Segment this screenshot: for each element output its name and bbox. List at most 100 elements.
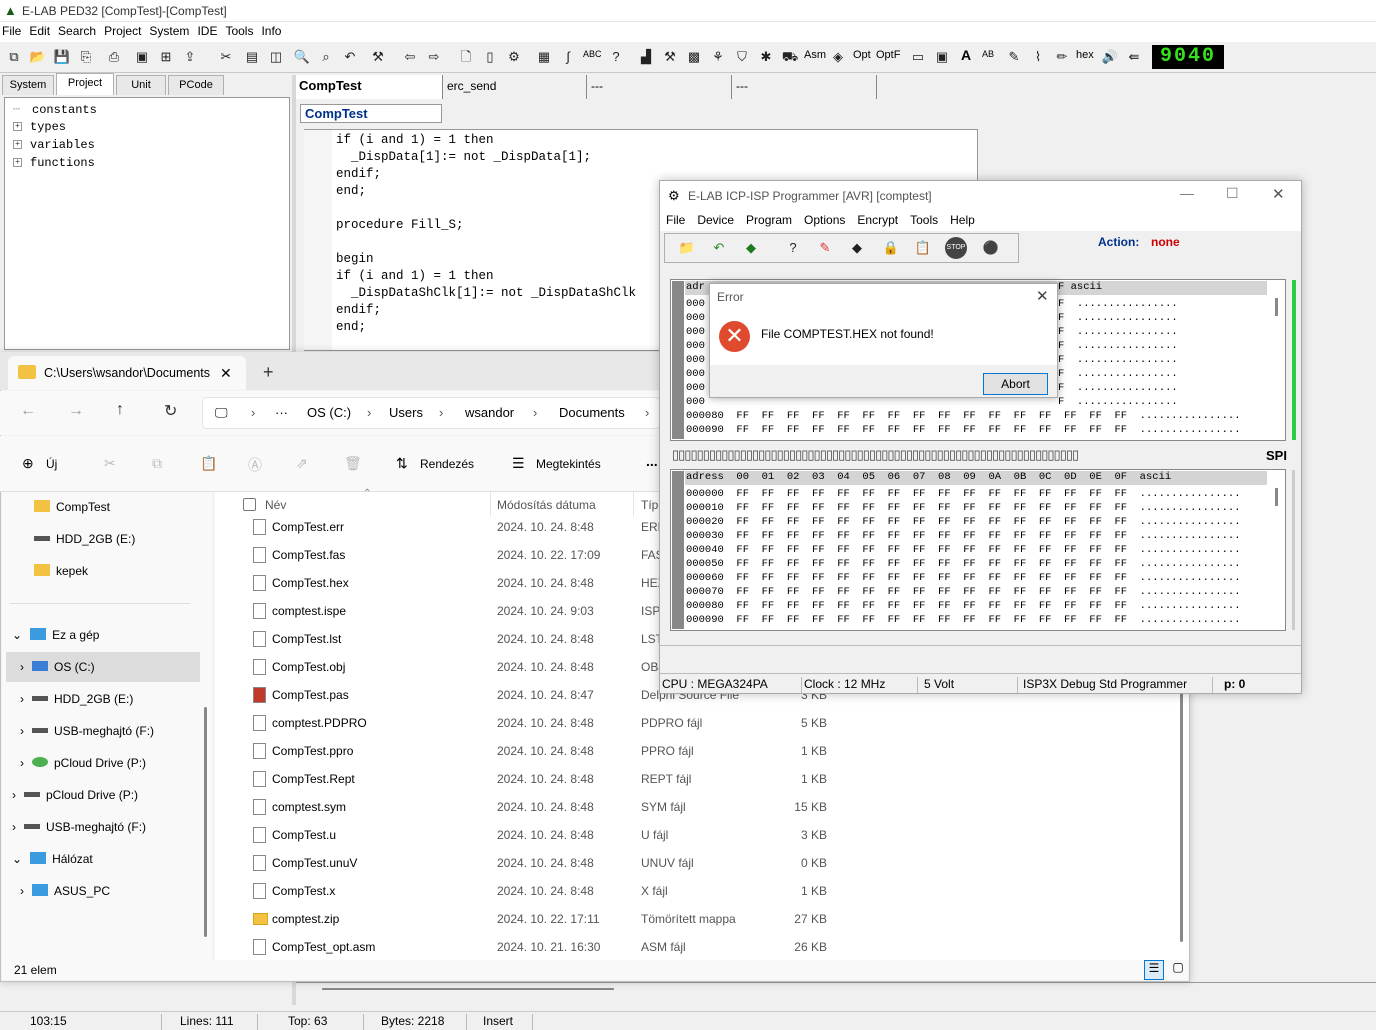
sort-icon[interactable]: ⇅ bbox=[396, 455, 408, 472]
copy-files-icon[interactable]: ⎘ bbox=[76, 47, 96, 67]
formula-icon[interactable]: ∫ bbox=[558, 47, 578, 67]
menu-system[interactable]: System bbox=[147, 22, 195, 38]
menu-tools[interactable]: Tools bbox=[223, 22, 259, 38]
undo-icon[interactable]: ↶ bbox=[340, 47, 360, 67]
undo-icon[interactable]: ↶ bbox=[709, 238, 729, 258]
cut-icon[interactable]: ✂ bbox=[216, 47, 236, 67]
maximize-icon[interactable]: ☐ bbox=[1226, 185, 1239, 202]
tools-icon[interactable]: ⚙ bbox=[504, 47, 524, 67]
new-icon[interactable]: ⊕ bbox=[22, 455, 34, 472]
file-row[interactable]: comptest.sym 2024. 10. 24. 8:48 SYM fájl 15… bbox=[215, 793, 827, 821]
tree-node-constants[interactable]: ┄ constants bbox=[13, 102, 97, 117]
back-icon[interactable]: ← bbox=[20, 402, 36, 420]
share-icon[interactable]: ⇗ bbox=[296, 455, 308, 472]
ruler-icon[interactable]: ▭ bbox=[908, 47, 928, 67]
rename-icon[interactable]: Ⓐ bbox=[248, 455, 262, 475]
chart-icon[interactable]: ▟ bbox=[636, 47, 656, 67]
prog-menu-help[interactable]: Help bbox=[944, 211, 981, 227]
prog-menu-tools[interactable]: Tools bbox=[904, 211, 944, 227]
prog-menu-file[interactable]: File bbox=[660, 211, 691, 227]
expand-icon[interactable]: + bbox=[13, 140, 22, 150]
tree-node-functions[interactable]: + functions bbox=[13, 156, 95, 170]
breadcrumb-os-c[interactable]: OS (C:) bbox=[307, 405, 351, 420]
nav-item-kepek[interactable]: kepek bbox=[34, 564, 88, 578]
arrow-right-icon[interactable]: ⇨ bbox=[424, 47, 444, 67]
nav-item-pcloud-p-2[interactable]: › pCloud Drive (P:) bbox=[12, 788, 138, 802]
details-view-icon[interactable]: ☰ bbox=[1144, 960, 1164, 980]
tab-unit[interactable]: Unit bbox=[116, 75, 166, 95]
new-tab-icon[interactable]: + bbox=[263, 362, 274, 383]
editor-tab-empty-1[interactable]: --- bbox=[587, 75, 732, 99]
replace-icon[interactable]: ⌕ bbox=[316, 47, 336, 67]
editor-hscroll[interactable] bbox=[296, 982, 1376, 1004]
tree-icon[interactable]: ⚘ bbox=[708, 47, 728, 67]
split-icon[interactable]: ◫ bbox=[266, 47, 286, 67]
open-folder-icon[interactable]: 📂 bbox=[28, 47, 48, 67]
menu-info[interactable]: Info bbox=[259, 22, 287, 38]
breadcrumb[interactable]: 🖵 › ··· OS (C:) › Users › wsandor › Docu… bbox=[202, 397, 660, 429]
asm-text[interactable]: Asm bbox=[804, 49, 826, 61]
flash-hex-scrollbar[interactable] bbox=[1275, 298, 1278, 316]
hex-text[interactable]: hex bbox=[1076, 49, 1094, 61]
editor-subtab[interactable]: CompTest bbox=[300, 104, 442, 123]
editor-tab-erc-send[interactable]: erc_send bbox=[443, 75, 587, 99]
bug-icon[interactable]: ✱ bbox=[756, 47, 776, 67]
editor-tab-comptest[interactable]: CompTest bbox=[295, 75, 443, 99]
prog-menu-device[interactable]: Device bbox=[691, 211, 740, 227]
close-icon[interactable]: ✕ bbox=[1272, 185, 1285, 203]
nav-item-asus-pc[interactable]: › ASUS_PC bbox=[20, 884, 110, 898]
tab-system[interactable]: System bbox=[2, 75, 54, 95]
erase-icon[interactable]: ◆ bbox=[741, 238, 761, 258]
prog-menu-encrypt[interactable]: Encrypt bbox=[851, 211, 904, 227]
file-row[interactable]: CompTest.Rept 2024. 10. 24. 8:48 REPT fájl… bbox=[215, 765, 827, 793]
calculator-icon[interactable]: ▦ bbox=[534, 47, 554, 67]
prog-menu-program[interactable]: Program bbox=[740, 211, 798, 227]
cut-icon[interactable]: ✂ bbox=[104, 455, 116, 472]
close-icon[interactable]: ✕ bbox=[1036, 287, 1049, 305]
nav-item-network[interactable]: ⌄ Hálózat bbox=[12, 852, 93, 866]
nav-item-this-pc[interactable]: ⌄ Ez a gép bbox=[12, 628, 99, 642]
verify-icon[interactable]: ? bbox=[783, 238, 803, 258]
print-icon[interactable]: ⎙ bbox=[104, 47, 124, 67]
tiles-view-icon[interactable]: ▢ bbox=[1168, 960, 1188, 980]
copy-icon[interactable]: ⧉ bbox=[4, 47, 24, 67]
window-icon[interactable]: ▤ bbox=[242, 47, 262, 67]
upload-icon[interactable]: ⇪ bbox=[180, 47, 200, 67]
view-icon[interactable]: ☰ bbox=[512, 455, 525, 472]
eraser-icon[interactable]: ✎ bbox=[815, 238, 835, 258]
expand-icon[interactable]: + bbox=[13, 122, 22, 132]
font-text[interactable]: A bbox=[961, 47, 971, 63]
add-file-icon[interactable]: ⊞ bbox=[156, 47, 176, 67]
filter-icon[interactable]: ⛉ bbox=[732, 47, 752, 67]
expand-icon[interactable]: + bbox=[13, 158, 22, 168]
pencil-icon[interactable]: ✏ bbox=[1052, 47, 1072, 67]
speaker-icon[interactable]: 🔊 bbox=[1100, 47, 1120, 67]
paste-icon[interactable]: 📋 bbox=[200, 455, 217, 472]
preview-icon[interactable]: 🗋 bbox=[456, 47, 476, 67]
spellcheck-text[interactable]: ABC bbox=[583, 49, 602, 59]
column-name[interactable]: Név bbox=[265, 498, 286, 512]
lock-icon[interactable]: 🔒 bbox=[881, 238, 901, 258]
file-row[interactable]: CompTest.u 2024. 10. 24. 8:48 U fájl 3 KB bbox=[215, 821, 827, 849]
traffic-light-icon[interactable]: ⚫ bbox=[981, 238, 1001, 258]
optf-text[interactable]: OptF bbox=[876, 49, 900, 61]
minimize-icon[interactable]: — bbox=[1180, 185, 1194, 201]
project-icon[interactable]: ▣ bbox=[132, 47, 152, 67]
abort-button[interactable]: Abort bbox=[983, 373, 1048, 395]
open-icon[interactable]: 📁 bbox=[677, 238, 697, 258]
new-button[interactable]: Új bbox=[46, 457, 57, 471]
tab-pcode[interactable]: PCode bbox=[168, 75, 224, 95]
eeprom-hex-scrollbar[interactable] bbox=[1275, 488, 1278, 506]
up-icon[interactable]: ↑ bbox=[116, 401, 124, 419]
find-icon[interactable]: 🔍 bbox=[292, 47, 312, 67]
nav-item-pcloud-p[interactable]: › pCloud Drive (P:) bbox=[20, 756, 146, 770]
menu-search[interactable]: Search bbox=[56, 22, 102, 38]
overflow-icon[interactable]: ··· bbox=[275, 405, 288, 420]
menu-edit[interactable]: Edit bbox=[27, 22, 56, 38]
more-button[interactable]: ... bbox=[646, 453, 658, 469]
file-row[interactable]: CompTest_opt.asm 2024. 10. 21. 16:30 ASM f… bbox=[215, 933, 827, 961]
sort-button[interactable]: Rendezés bbox=[420, 457, 474, 471]
copy-icon[interactable]: ⧉ bbox=[152, 455, 162, 472]
ab-text[interactable]: AB bbox=[982, 49, 994, 59]
breadcrumb-wsandor[interactable]: wsandor bbox=[465, 405, 514, 420]
